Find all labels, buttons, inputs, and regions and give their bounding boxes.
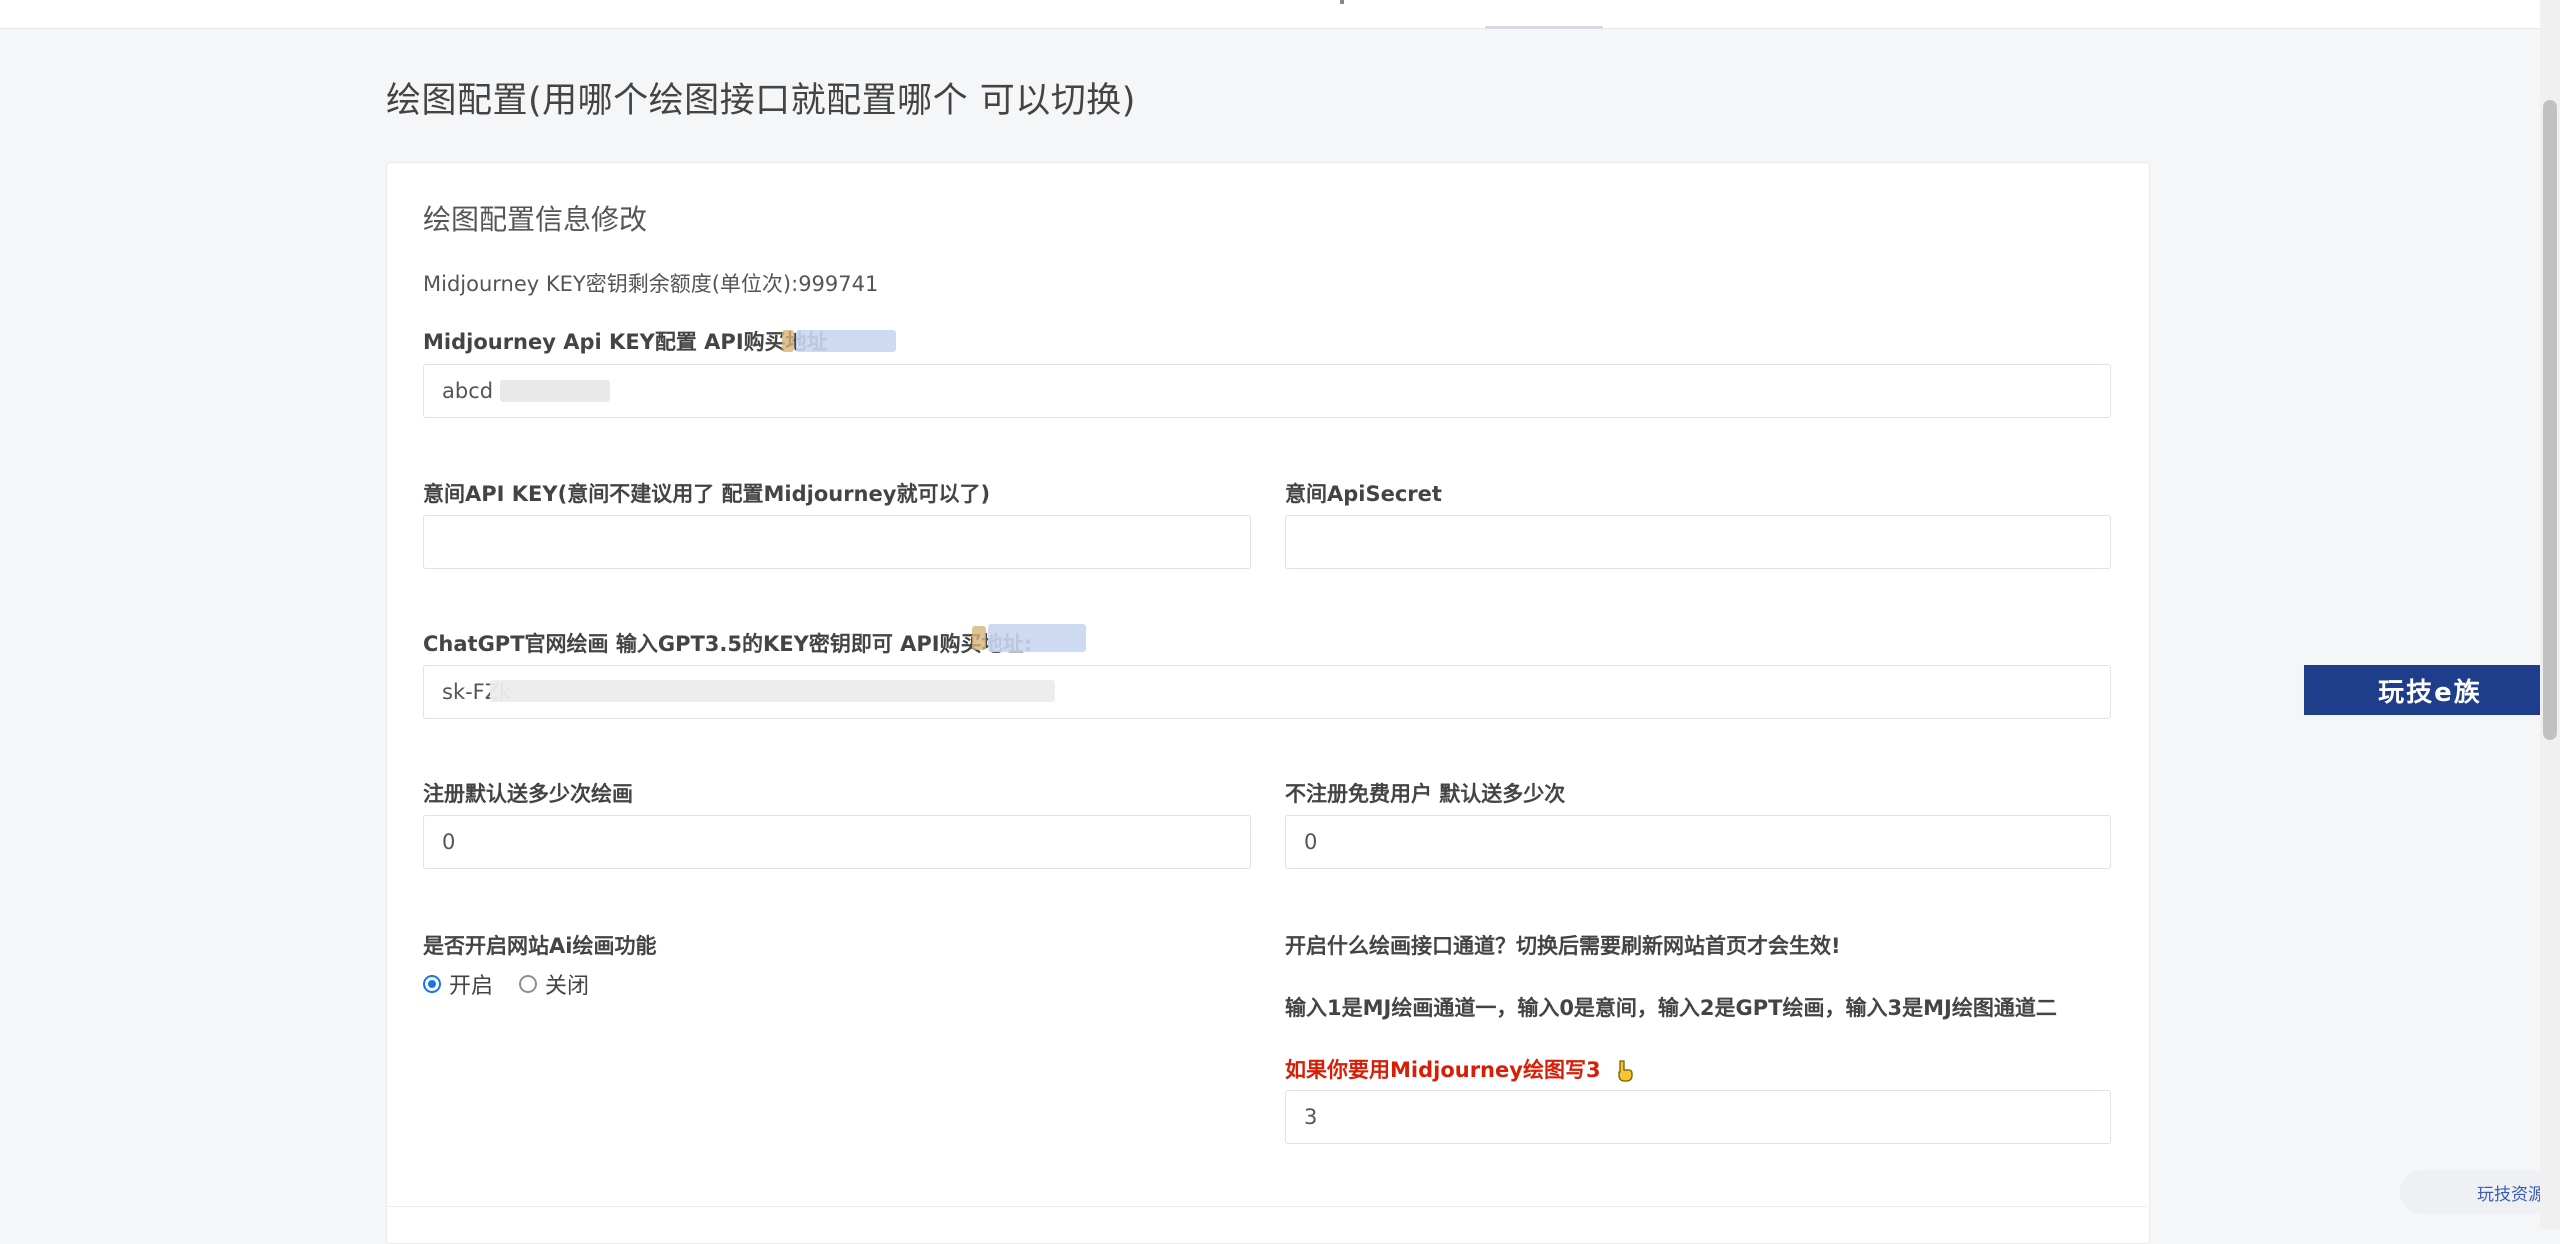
blurred-value (490, 680, 1055, 702)
mj-key-label: Midjourney Api KEY配置 API购买地址 (423, 326, 828, 356)
channel-input[interactable] (1285, 1090, 2111, 1144)
gpt-key-label: ChatGPT官网绘画 输入GPT3.5的KEY密钥即可 API购买地址: (423, 632, 1032, 656)
yijian-key-input[interactable] (423, 515, 1251, 569)
nav-dot (1340, 0, 1344, 4)
radio-checked-icon[interactable] (423, 975, 441, 993)
blurred-link[interactable] (988, 624, 1086, 652)
radio-option-off[interactable]: 关闭 (519, 968, 589, 1000)
blurred-link[interactable] (796, 330, 896, 352)
channel-help: 输入1是MJ绘画通道一，输入0是意间，输入2是GPT绘画，输入3是MJ绘图通道二 (1285, 996, 2057, 1020)
yijian-key-label: 意间API KEY(意间不建议用了 配置Midjourney就可以了) (423, 482, 991, 506)
watermark-small: 玩技资源 (2400, 1170, 2555, 1214)
radio-label-off: 关闭 (545, 974, 590, 999)
active-tab-indicator (1485, 26, 1603, 29)
radio-option-on[interactable]: 开启 (423, 968, 493, 1000)
guest-count-input[interactable] (1285, 815, 2111, 869)
card-title: 绘图配置信息修改 (423, 203, 648, 236)
radio-unchecked-icon[interactable] (519, 975, 538, 993)
mj-key-label-text: Midjourney Api KEY配置 API购买地址 (423, 330, 828, 354)
blurred-link[interactable] (972, 626, 986, 650)
ai-enable-radio-group: 开启 关闭 (423, 968, 615, 1000)
mj-key-input[interactable] (423, 364, 2111, 418)
channel-hint-text: 如果你要用Midjourney绘图写3 (1285, 1058, 1601, 1082)
register-count-label: 注册默认送多少次绘画 (423, 782, 633, 806)
page-title: 绘图配置(用哪个绘图接口就配置哪个 可以切换) (386, 81, 1136, 121)
yijian-secret-label: 意间ApiSecret (1285, 482, 1442, 506)
watermark-badge: 玩技e族 (2304, 665, 2556, 715)
mj-quota-text: Midjourney KEY密钥剩余额度(单位次):999741 (423, 272, 879, 296)
register-count-input[interactable] (423, 815, 1251, 869)
blurred-value (500, 380, 610, 402)
ai-enable-label: 是否开启网站Ai绘画功能 (423, 934, 657, 958)
blurred-link[interactable] (782, 330, 794, 352)
top-navbar (0, 0, 2560, 29)
scrollbar-thumb[interactable] (2543, 100, 2557, 740)
pointing-down-icon (1618, 1060, 1633, 1082)
guest-count-label: 不注册免费用户 默认送多少次 (1285, 782, 1566, 806)
channel-hint: 如果你要用Midjourney绘图写3 (1285, 1054, 1634, 1084)
card-divider (387, 1206, 2147, 1207)
channel-label: 开启什么绘画接口通道？切换后需要刷新网站首页才会生效! (1285, 934, 1841, 958)
yijian-secret-input[interactable] (1285, 515, 2111, 569)
radio-label-on: 开启 (449, 974, 494, 999)
